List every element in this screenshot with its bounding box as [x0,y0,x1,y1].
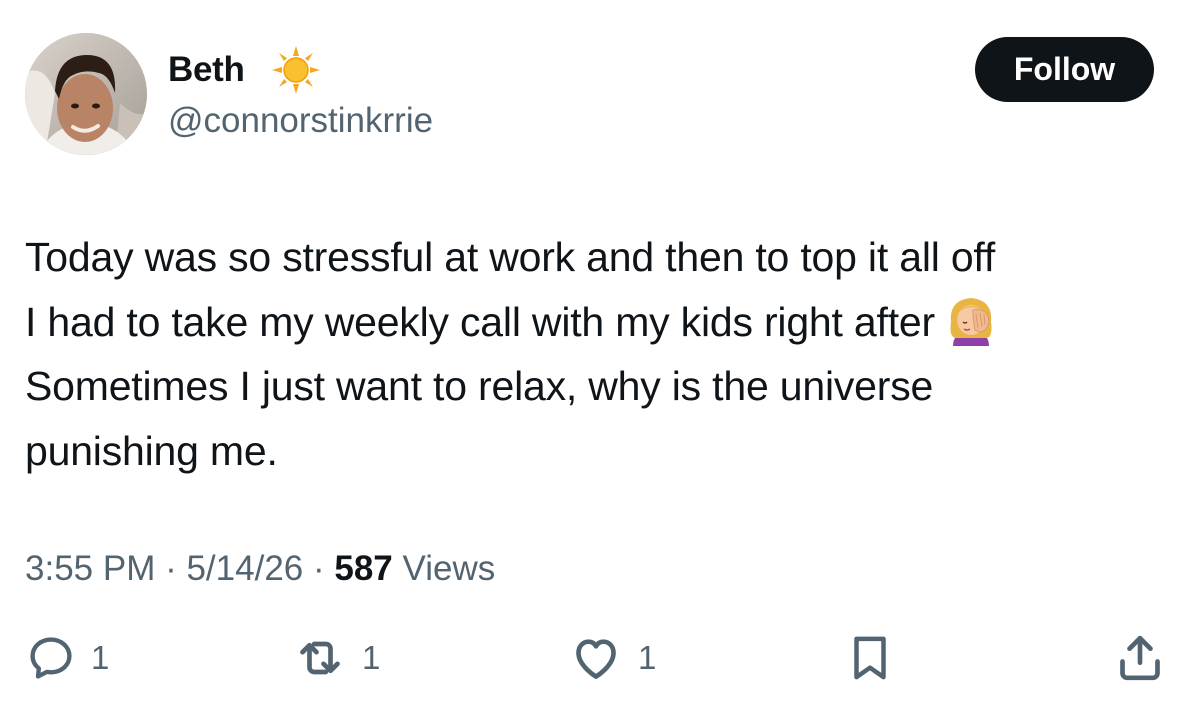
tweet-line: Sometimes I just want to relax, why is t… [25,363,934,409]
follow-button[interactable]: Follow [975,37,1154,102]
like-button[interactable]: 1 [568,628,656,688]
like-count: 1 [638,639,657,676]
retweet-icon [292,630,348,686]
views-label: Views [392,549,496,588]
bookmark-button[interactable] [843,628,897,688]
tweet-meta: 3:55 PM · 5/14/26 · 587 Views [25,546,495,592]
retweet-button[interactable]: 1 [292,628,380,688]
share-button[interactable] [1112,628,1168,688]
tweet-line-with-emoji: I had to take my weekly call with my kid… [25,290,1175,355]
sun-icon [270,44,322,96]
tweet-date[interactable]: 5/14/26 [186,549,303,588]
meta-separator: · [303,549,335,588]
display-name[interactable]: Beth [168,48,245,92]
reply-button[interactable]: 1 [25,628,109,688]
user-handle[interactable]: @connorstinkrrie [168,100,433,142]
reply-count: 1 [91,639,110,676]
retweet-count: 1 [362,639,381,676]
bookmark-icon [843,630,897,686]
tweet-time[interactable]: 3:55 PM [25,549,155,588]
tweet-line: I had to take my weekly call with my kid… [25,298,935,345]
meta-separator: · [155,549,187,588]
tweet-line: punishing me. [25,427,278,474]
share-icon [1112,630,1168,686]
tweet-line: Today was so stressful at work and then … [25,234,996,280]
reply-icon [25,632,77,684]
views-count: 587 [334,549,393,588]
avatar-photo [25,33,147,155]
tweet-text: Today was so stressful at work and then … [25,225,1175,483]
avatar[interactable] [25,33,147,155]
heart-icon [568,630,624,686]
facepalm-icon [943,292,999,348]
